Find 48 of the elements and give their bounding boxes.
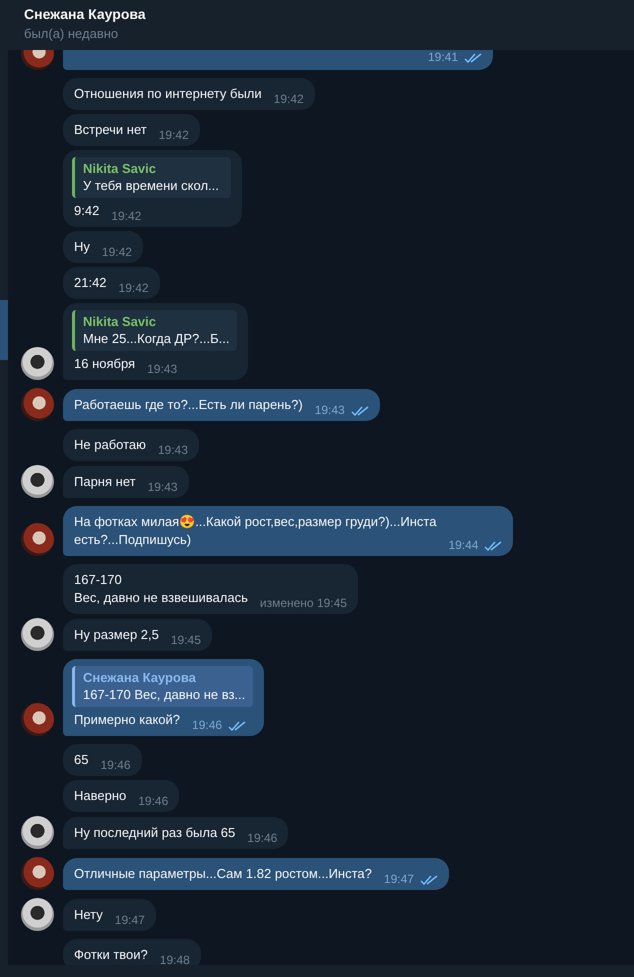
message-time: 19:42 <box>111 209 142 224</box>
message-text: Отличные параметры...Сам 1.82 ростом...Инста? <box>74 865 372 883</box>
message-text: Работаешь где то?...Есть ли парень?) <box>74 396 303 414</box>
message-time: 19:44 <box>448 538 478 553</box>
message-time: 19:45 <box>170 633 201 648</box>
contact-status: был(а) недавно <box>24 26 120 42</box>
message-time: 19:48 <box>160 953 190 965</box>
message-text: 167-170 Вес, давно не взвешивалась <box>74 571 248 607</box>
reply-author: Nikita Savic <box>83 160 157 177</box>
reply-text: 167-170 Вес, давно не вз... <box>83 686 246 703</box>
message-text: Фотки твои? <box>74 946 148 964</box>
message-text: Ну последний раз была 65 <box>74 824 236 842</box>
message-text: Примерно какой? <box>74 711 180 729</box>
message-time: 19:46 <box>192 718 222 733</box>
message-time: 19:47 <box>384 872 414 887</box>
message-time: 19:47 <box>114 913 145 928</box>
message-text: Ну размер 2,5 <box>74 626 159 644</box>
message-time: 19:46 <box>138 794 168 809</box>
message-text: Парня нет <box>74 473 136 491</box>
message-text: Нету <box>74 906 103 924</box>
message-text: Не работаю <box>74 436 146 454</box>
reply-text: Мне 25...Когда ДР?...Б... <box>83 330 230 347</box>
message-text: На фотках милая😍...Какой рост,вес,размер груди?)...Инста есть?...Подпишусь) <box>74 513 436 549</box>
message-text: 21:42 <box>74 274 107 292</box>
message-text: Ну <box>74 238 90 256</box>
message-time: 19:42 <box>274 92 304 107</box>
message-time: 19:43 <box>314 403 345 418</box>
message-time: 19:42 <box>158 128 189 143</box>
message-time: 19:43 <box>158 443 188 458</box>
message-time: 19:41 <box>428 50 458 65</box>
reply-text: У тебя времени скол... <box>83 177 220 194</box>
message-text: 9:42 <box>74 202 100 220</box>
message-time: 19:46 <box>100 758 130 773</box>
message-text: 16 ноября <box>74 355 136 373</box>
reply-author: Nikita Savic <box>83 313 157 330</box>
message-text: Наверно <box>74 787 126 805</box>
message-time: 19:43 <box>148 480 178 495</box>
message-time: 19:42 <box>102 245 132 260</box>
scroll-thumb <box>0 300 8 360</box>
message-text: 65 <box>74 751 88 769</box>
message-text: Встречи нет <box>74 121 147 139</box>
message-text: Отношения по интернету были <box>74 85 262 103</box>
message-time: 19:42 <box>118 281 149 296</box>
contact-name: Снежана Каурова <box>24 6 147 22</box>
reply-author: Снежана Каурова <box>83 669 197 686</box>
message-time: 19:43 <box>147 362 178 377</box>
message-time: 19:46 <box>247 831 278 846</box>
message-time: изменено 19:45 <box>260 596 347 611</box>
